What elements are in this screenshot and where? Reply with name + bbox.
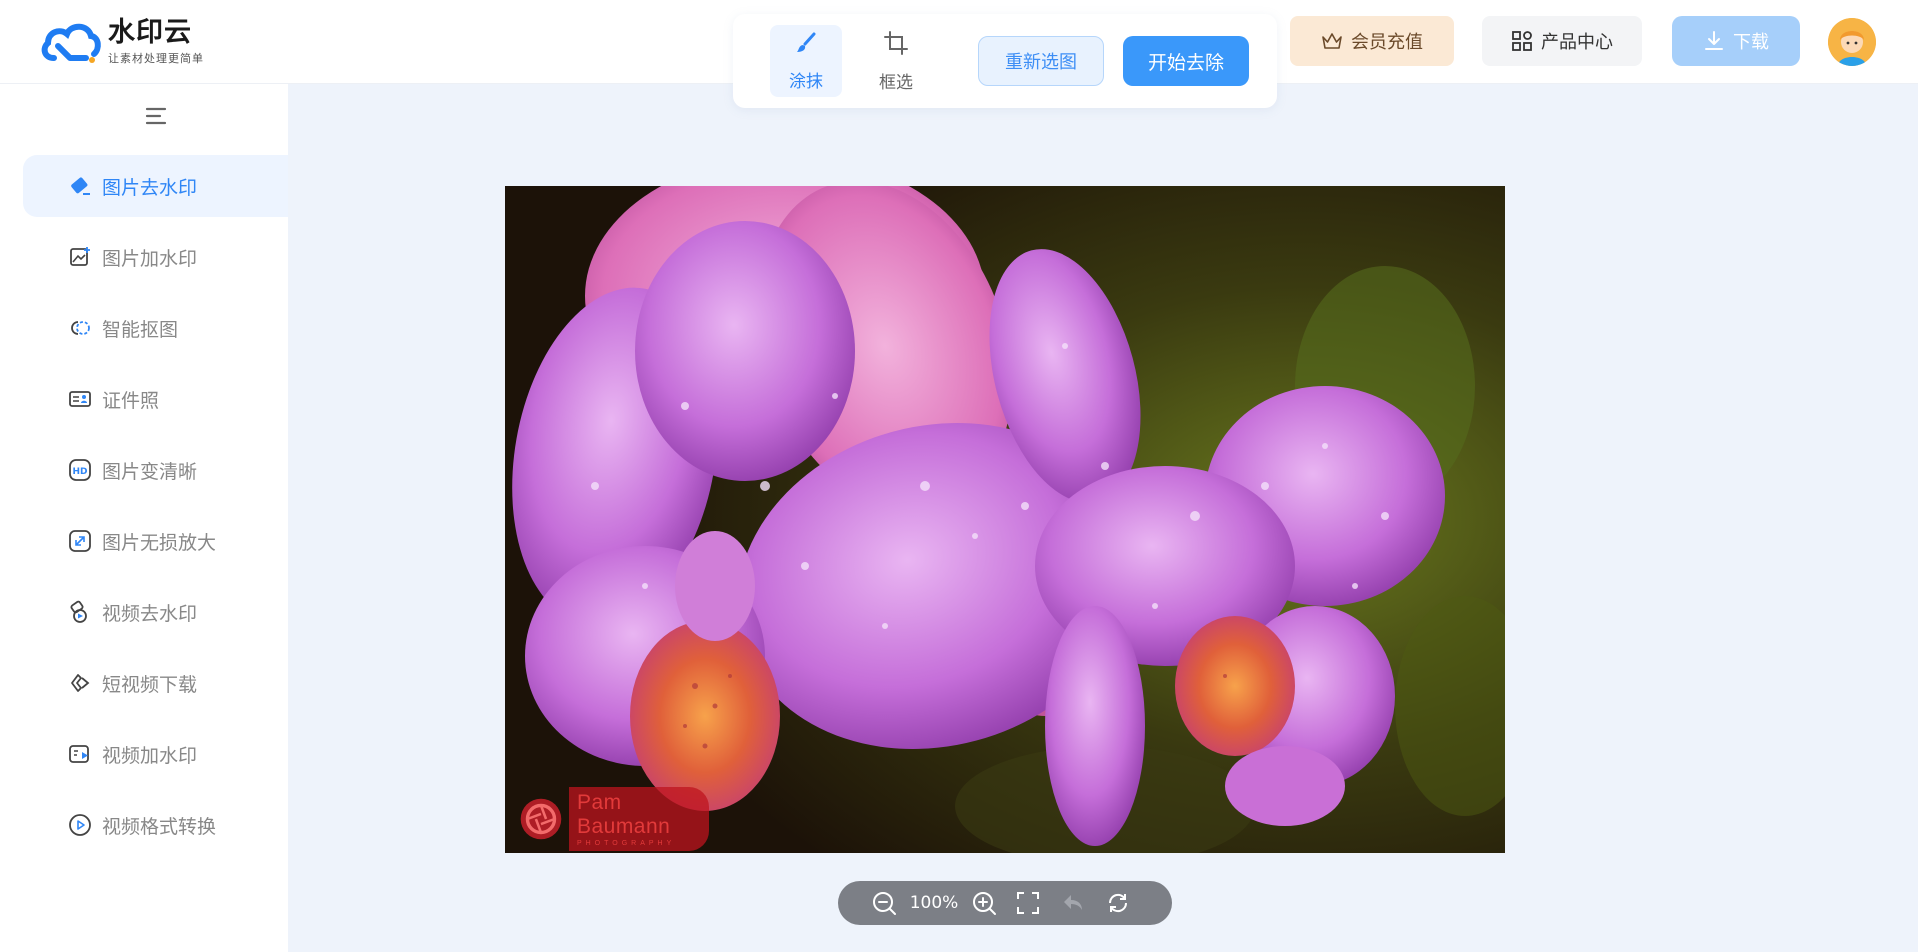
download-label: 下载	[1733, 32, 1769, 53]
hd-icon: HD	[68, 458, 92, 482]
app-name: 水印云	[108, 17, 192, 48]
download-icon	[1703, 30, 1725, 52]
undo-icon	[1064, 895, 1082, 910]
fullscreen-icon	[1017, 892, 1039, 914]
zoom-in-icon	[973, 892, 996, 915]
video-add-icon	[68, 742, 92, 766]
brush-icon	[794, 31, 818, 59]
sidebar-item-label: 图片变清晰	[102, 460, 198, 483]
crop-icon	[883, 30, 909, 60]
play-circle-icon	[68, 813, 92, 837]
sidebar-item-label: 视频格式转换	[102, 815, 217, 838]
cutout-icon	[68, 316, 92, 340]
zoom-out-icon	[873, 892, 896, 915]
vip-recharge-button[interactable]: 会员充值	[1290, 16, 1454, 66]
zoom-level: 100%	[909, 893, 959, 913]
undo-button[interactable]	[1059, 889, 1087, 917]
sidebar-item-smart-cutout[interactable]: 智能抠图	[23, 297, 288, 359]
zoom-out-button[interactable]	[870, 889, 898, 917]
eraser-icon	[68, 174, 92, 198]
edit-toolbar: 涂抹 框选 重新选图 开始去除	[733, 14, 1277, 108]
grid-icon	[1511, 30, 1533, 52]
watermark-text: Pam Baumann	[576, 791, 671, 838]
image-add-icon	[68, 245, 92, 269]
sidebar-item-lossless-enlarge[interactable]: 图片无损放大	[23, 510, 288, 572]
start-remove-button[interactable]: 开始去除	[1123, 36, 1249, 86]
sidebar: 图片去水印 图片加水印 智能抠图 证件照 HD 图片变清晰 图片无损放大 视频去…	[0, 84, 288, 952]
tool-brush[interactable]: 涂抹	[770, 25, 842, 97]
user-avatar[interactable]	[1828, 18, 1876, 66]
vip-recharge-label: 会员充值	[1351, 32, 1423, 53]
sidebar-item-label: 短视频下载	[102, 673, 198, 696]
sidebar-item-label: 证件照	[102, 389, 160, 412]
reset-button[interactable]	[1104, 889, 1132, 917]
sidebar-item-label: 视频加水印	[102, 744, 198, 767]
app-slogan: 让素材处理更简单	[108, 52, 204, 65]
refresh-icon	[1108, 893, 1128, 913]
fullscreen-button[interactable]	[1014, 889, 1042, 917]
tool-crop[interactable]: 框选	[860, 25, 932, 97]
orchid-photo	[505, 186, 1505, 853]
zoom-in-button[interactable]	[970, 889, 998, 917]
zoom-control-bar: 100%	[838, 881, 1172, 925]
sidebar-item-image-watermark-add[interactable]: 图片加水印	[23, 226, 288, 288]
sidebar-item-image-enhance[interactable]: HD 图片变清晰	[23, 439, 288, 501]
sidebar-item-video-watermark-remove[interactable]: 视频去水印	[23, 581, 288, 643]
menu-collapse-icon[interactable]	[144, 104, 168, 128]
cloud-logo-icon	[40, 18, 102, 66]
crown-icon	[1321, 31, 1343, 51]
sidebar-item-label: 图片无损放大	[102, 531, 217, 554]
sidebar-item-video-watermark-add[interactable]: 视频加水印	[23, 723, 288, 785]
sidebar-item-label: 图片加水印	[102, 247, 198, 270]
svg-text:HD: HD	[72, 467, 87, 477]
tool-crop-label: 框选	[879, 72, 913, 93]
video-eraser-icon	[68, 600, 92, 624]
sidebar-item-label: 智能抠图	[102, 318, 179, 341]
id-card-icon	[68, 387, 92, 411]
sidebar-item-label: 视频去水印	[102, 602, 198, 625]
tool-brush-label: 涂抹	[789, 71, 823, 92]
image-canvas[interactable]: Pam Baumann PHOTOGRAPHY	[505, 186, 1505, 853]
download-button[interactable]: 下载	[1672, 16, 1800, 66]
watermark-aperture-icon	[520, 798, 562, 840]
product-center-button[interactable]: 产品中心	[1482, 16, 1642, 66]
app-logo[interactable]: 水印云 让素材处理更简单	[40, 18, 204, 66]
product-center-label: 产品中心	[1541, 32, 1613, 53]
sidebar-item-label: 图片去水印	[102, 176, 198, 199]
watermark-logo: Pam Baumann PHOTOGRAPHY	[519, 787, 709, 851]
sidebar-item-video-format-convert[interactable]: 视频格式转换	[23, 794, 288, 856]
sidebar-item-id-photo[interactable]: 证件照	[23, 368, 288, 430]
reselect-image-button[interactable]: 重新选图	[978, 36, 1104, 86]
link-icon	[68, 671, 92, 695]
enlarge-icon	[68, 529, 92, 553]
sidebar-item-image-watermark-remove[interactable]: 图片去水印	[23, 155, 288, 217]
watermark-subtext: PHOTOGRAPHY	[576, 840, 676, 847]
sidebar-item-short-video-download[interactable]: 短视频下载	[23, 652, 288, 714]
